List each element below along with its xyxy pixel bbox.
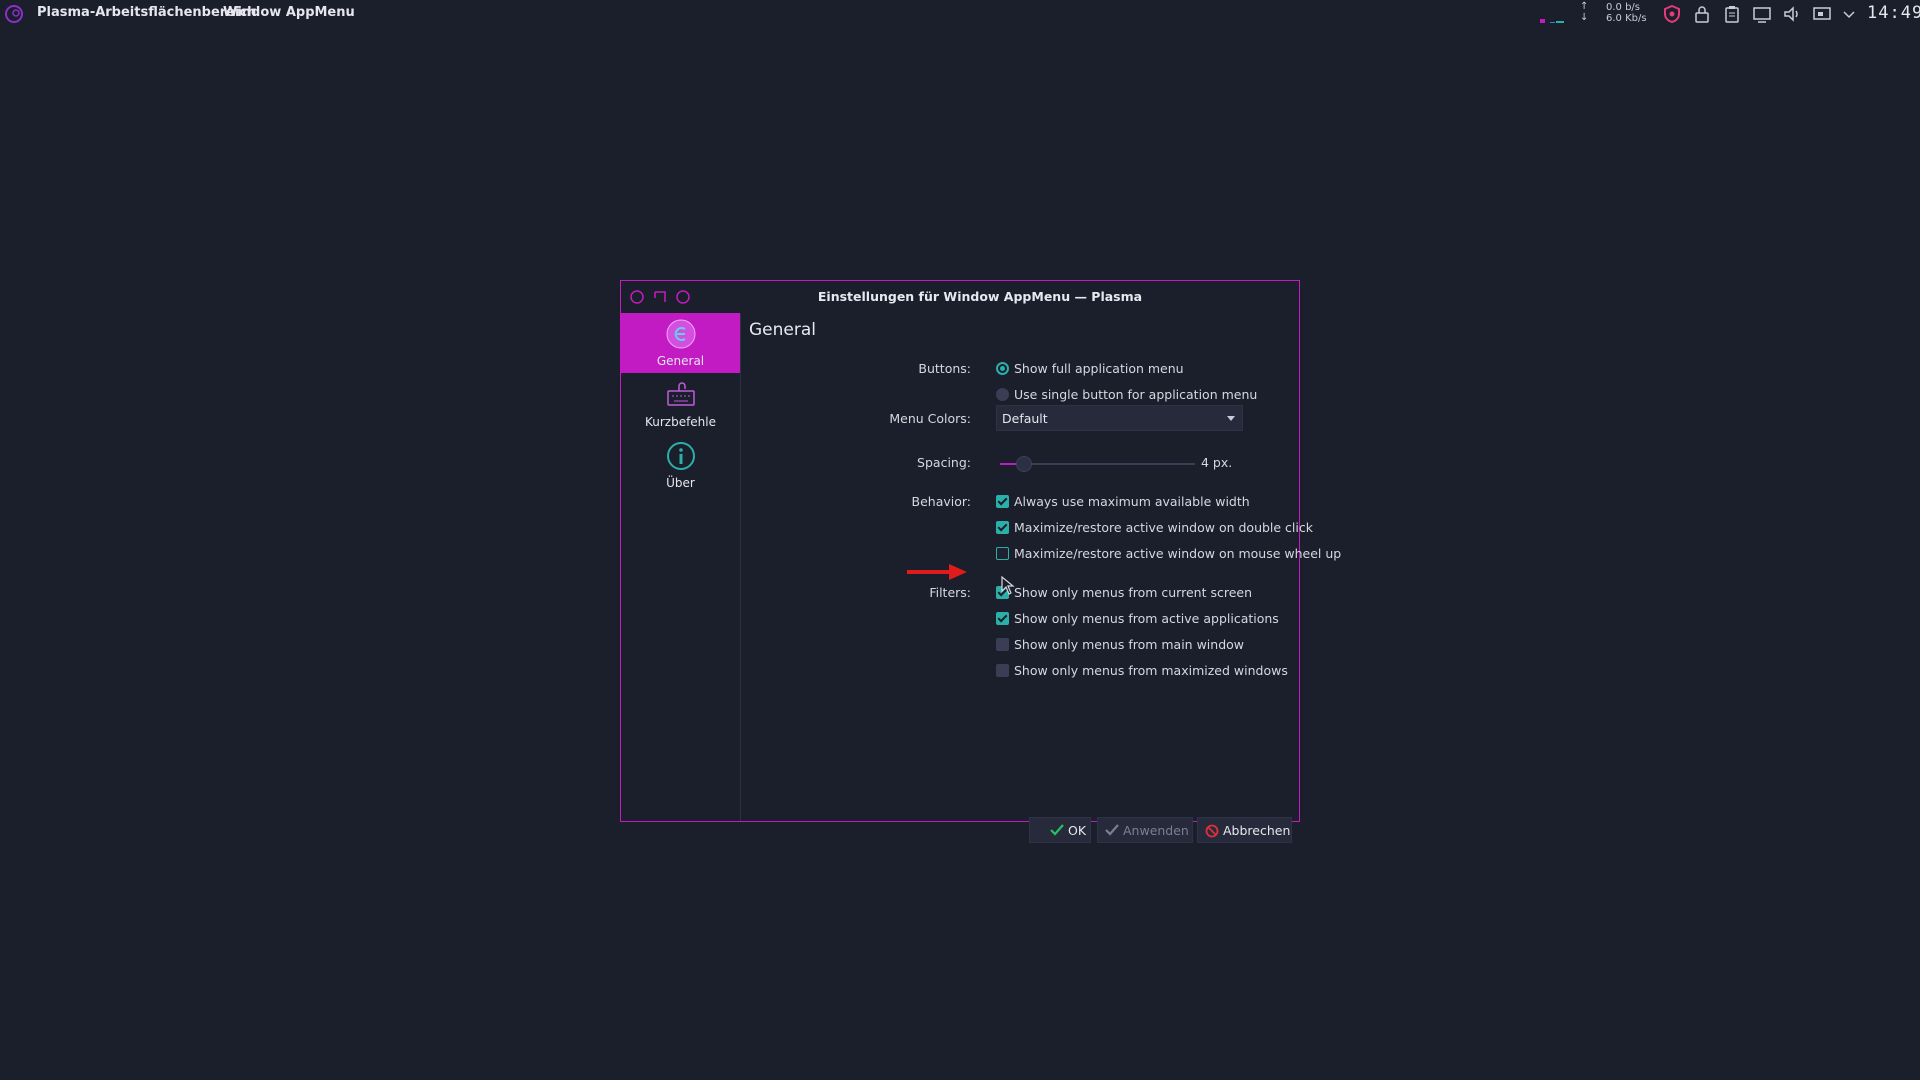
checkbox-mouse-wheel-label[interactable]: Maximize/restore active window on mouse … (1014, 546, 1341, 561)
chevron-down-icon (1227, 416, 1235, 421)
menu-colors-value: Default (1002, 411, 1048, 426)
checkbox-mouse-wheel[interactable] (996, 547, 1009, 560)
checkbox-max-width[interactable] (996, 495, 1009, 508)
behavior-label: Behavior: (911, 494, 972, 509)
lock-icon[interactable] (1693, 4, 1711, 24)
net-up-speed: 0.0 b/s (1606, 2, 1641, 13)
plasma-launcher-icon[interactable] (4, 4, 24, 24)
spacing-label: Spacing: (917, 455, 971, 470)
annotation-arrow-icon (907, 564, 967, 580)
top-panel: Plasma-Arbeitsflächenbereich Window AppM… (0, 0, 1920, 28)
cancel-button[interactable]: Abbrechen (1197, 817, 1292, 843)
mouse-cursor-icon (1001, 576, 1015, 595)
net-down-speed: 6.0 Kb/s (1606, 13, 1647, 24)
page-title: General (749, 320, 816, 340)
panel-appmenu-label[interactable]: Window AppMenu (223, 5, 355, 20)
display-icon[interactable] (1753, 4, 1771, 24)
settings-dialog: Einstellungen für Window AppMenu — Plasm… (620, 280, 1341, 843)
checkmark-icon (1050, 824, 1064, 836)
clipboard-icon[interactable] (1723, 4, 1741, 24)
titlebar[interactable]: Einstellungen für Window AppMenu — Plasm… (621, 281, 1299, 313)
net-down-arrow: ↓ (1580, 12, 1589, 23)
spacing-slider-handle[interactable] (1016, 456, 1032, 472)
radio-full-menu[interactable] (996, 362, 1009, 375)
checkbox-active-apps[interactable] (996, 612, 1009, 625)
checkbox-max-width-label[interactable]: Always use maximum available width (1014, 494, 1250, 509)
net-up-arrow: ↑ (1580, 1, 1589, 12)
spacing-slider[interactable] (1000, 456, 1195, 472)
checkbox-double-click[interactable] (996, 521, 1009, 534)
dialog-title: Einstellungen für Window AppMenu — Plasm… (817, 289, 1143, 304)
checkmark-icon (1105, 824, 1119, 836)
radio-single-button-label[interactable]: Use single button for application menu (1014, 387, 1257, 402)
network-icon[interactable] (1813, 4, 1831, 24)
clock[interactable]: 14:49 (1867, 3, 1920, 23)
volume-icon[interactable] (1783, 4, 1801, 24)
menu-colors-label: Menu Colors: (889, 411, 971, 426)
sidebar-item-label: Über (666, 476, 695, 490)
checkbox-main-window-label[interactable]: Show only menus from main window (1014, 637, 1244, 652)
chevron-down-icon[interactable] (1840, 4, 1858, 24)
apply-button[interactable]: Anwenden (1097, 817, 1193, 843)
buttons-label: Buttons: (918, 361, 971, 376)
settings-content: General Buttons: Show full application m… (741, 313, 1341, 843)
cancel-button-label: Abbrechen (1223, 823, 1291, 838)
sidebar-item-label: General (656, 354, 705, 368)
radio-single-button[interactable] (996, 388, 1009, 401)
checkbox-maximized-windows-label[interactable]: Show only menus from maximized windows (1014, 663, 1288, 678)
keyboard-icon (667, 382, 695, 406)
checkbox-current-screen-label[interactable]: Show only menus from current screen (1014, 585, 1252, 600)
filters-label: Filters: (929, 585, 971, 600)
sidebar: General Kurzbefehle Über (621, 313, 741, 821)
sidebar-item-general[interactable]: General (621, 313, 740, 373)
checkbox-main-window[interactable] (996, 638, 1009, 651)
sidebar-item-kurzbefehle[interactable]: Kurzbefehle (621, 374, 740, 434)
menu-colors-select[interactable]: Default (996, 405, 1243, 431)
ok-button[interactable]: OK (1029, 817, 1091, 843)
network-graph-icon (1540, 19, 1564, 23)
apply-button-label: Anwenden (1123, 823, 1189, 838)
appmenu-icon (666, 319, 696, 349)
checkbox-maximized-windows[interactable] (996, 664, 1009, 677)
checkbox-double-click-label[interactable]: Maximize/restore active window on double… (1014, 520, 1313, 535)
sidebar-item-label: Kurzbefehle (644, 415, 717, 429)
sidebar-item-uber[interactable]: Über (621, 435, 740, 495)
cancel-icon (1205, 824, 1219, 838)
spacing-value: 4 px. (1201, 455, 1233, 470)
checkbox-active-apps-label[interactable]: Show only menus from active applications (1014, 611, 1279, 626)
info-icon (667, 442, 695, 470)
shield-icon[interactable] (1663, 4, 1681, 24)
ok-button-label: OK (1068, 823, 1087, 838)
radio-full-menu-label[interactable]: Show full application menu (1014, 361, 1184, 376)
